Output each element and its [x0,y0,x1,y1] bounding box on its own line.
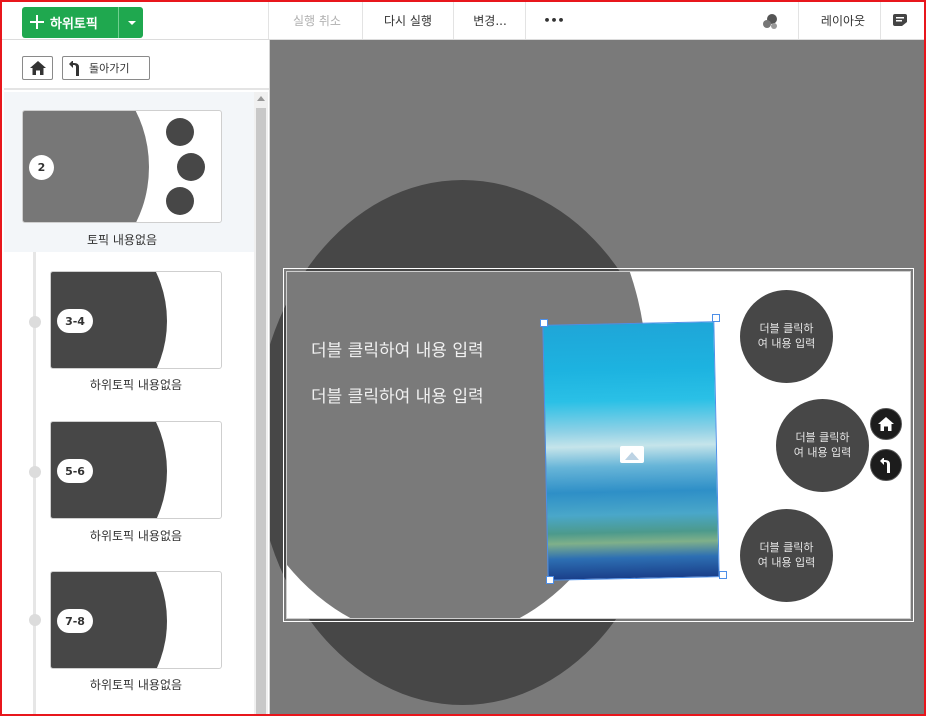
toolbar-divider [798,2,799,39]
scroll-up-icon[interactable] [257,96,265,101]
slide-text-line-1[interactable]: 더블 클릭하여 내용 입력 [311,336,484,361]
topic-number-badge: 2 [29,155,54,180]
undo-button[interactable]: 실행 취소 [276,2,358,39]
subtopic-number-badge: 5-6 [57,459,93,483]
back-label: 돌아가기 [89,62,130,75]
circle-text-node[interactable]: 더블 클릭하 여 내용 입력 [740,509,833,602]
resize-handle-tl[interactable] [540,319,548,327]
subtopic-number-badge: 7-8 [57,609,93,633]
toolbar-divider [362,2,363,39]
note-icon[interactable] [882,2,918,39]
app-frame: 하위토픽 실행 취소 다시 실행 변경... ••• 레이아웃 돌아가기 2 토… [0,0,926,716]
resize-handle-br[interactable] [719,571,727,579]
home-button[interactable] [22,56,53,80]
resize-handle-bl[interactable] [546,576,554,584]
editor-canvas[interactable]: 더블 클릭하여 내용 입력 더블 클릭하여 내용 입력 더블 클릭하 여 내용 … [270,40,924,714]
subtopic-caption: 하위토픽 내용없음 [89,678,183,692]
subtopic-caption: 하위토픽 내용없음 [89,378,183,392]
tree-node-dot [29,466,41,478]
redo-button[interactable]: 다시 실행 [365,2,451,39]
toolbar-divider [268,2,269,39]
sidebar-nav: 돌아가기 [4,40,269,90]
home-icon [878,417,894,431]
back-arrow-icon [880,457,890,473]
subtopic-caption: 하위토픽 내용없음 [89,529,183,543]
resize-handle-tr[interactable] [712,314,720,322]
scroll-thumb[interactable] [256,108,266,714]
toolbar-divider [880,2,881,39]
sidebar-scrollbar[interactable] [254,92,268,714]
tree-node-dot [29,316,41,328]
toolbar-divider [453,2,454,39]
top-toolbar: 하위토픽 실행 취소 다시 실행 변경... ••• 레이아웃 [2,2,924,40]
home-fab-button[interactable] [870,408,902,440]
subtopic-thumbnail[interactable]: 7-8 [50,571,222,669]
back-button[interactable]: 돌아가기 [62,56,150,80]
tree-node-dot [29,614,41,626]
main-topic-caption: 토픽 내용없음 [86,233,158,247]
layout-button[interactable]: 레이아웃 [808,2,878,39]
change-button[interactable]: 변경... [457,2,523,39]
caret-down-icon[interactable] [119,7,143,38]
thumbnail-list: 2 토픽 내용없음 3-4 하위토픽 내용없음 5-6 하위토픽 내용없음 7-… [4,92,254,714]
slide[interactable]: 더블 클릭하여 내용 입력 더블 클릭하여 내용 입력 더블 클릭하 여 내용 … [286,271,911,619]
circle-text-node[interactable]: 더블 클릭하 여 내용 입력 [776,399,869,492]
toolbar-divider [525,2,526,39]
subtopic-number-badge: 3-4 [57,309,93,333]
image-icon [620,446,644,463]
topic-sidebar: 돌아가기 2 토픽 내용없음 3-4 하위토픽 내용없음 5-6 하위토픽 내용… [4,40,270,714]
subtopic-thumbnail[interactable]: 5-6 [50,421,222,519]
plus-icon [22,7,50,38]
slide-text-line-2[interactable]: 더블 클릭하여 내용 입력 [311,382,484,407]
home-icon [29,61,46,75]
back-fab-button[interactable] [870,449,902,481]
subtopic-thumbnail[interactable]: 3-4 [50,271,222,369]
add-subtopic-label: 하위토픽 [50,17,98,32]
paint-icon[interactable] [750,2,790,39]
ellipsis-icon[interactable]: ••• [529,2,579,39]
circle-text-node[interactable]: 더블 클릭하 여 내용 입력 [740,290,833,383]
add-subtopic-button[interactable]: 하위토픽 [22,7,143,38]
main-topic-thumbnail[interactable]: 2 [22,110,222,223]
back-arrow-icon [69,60,79,76]
